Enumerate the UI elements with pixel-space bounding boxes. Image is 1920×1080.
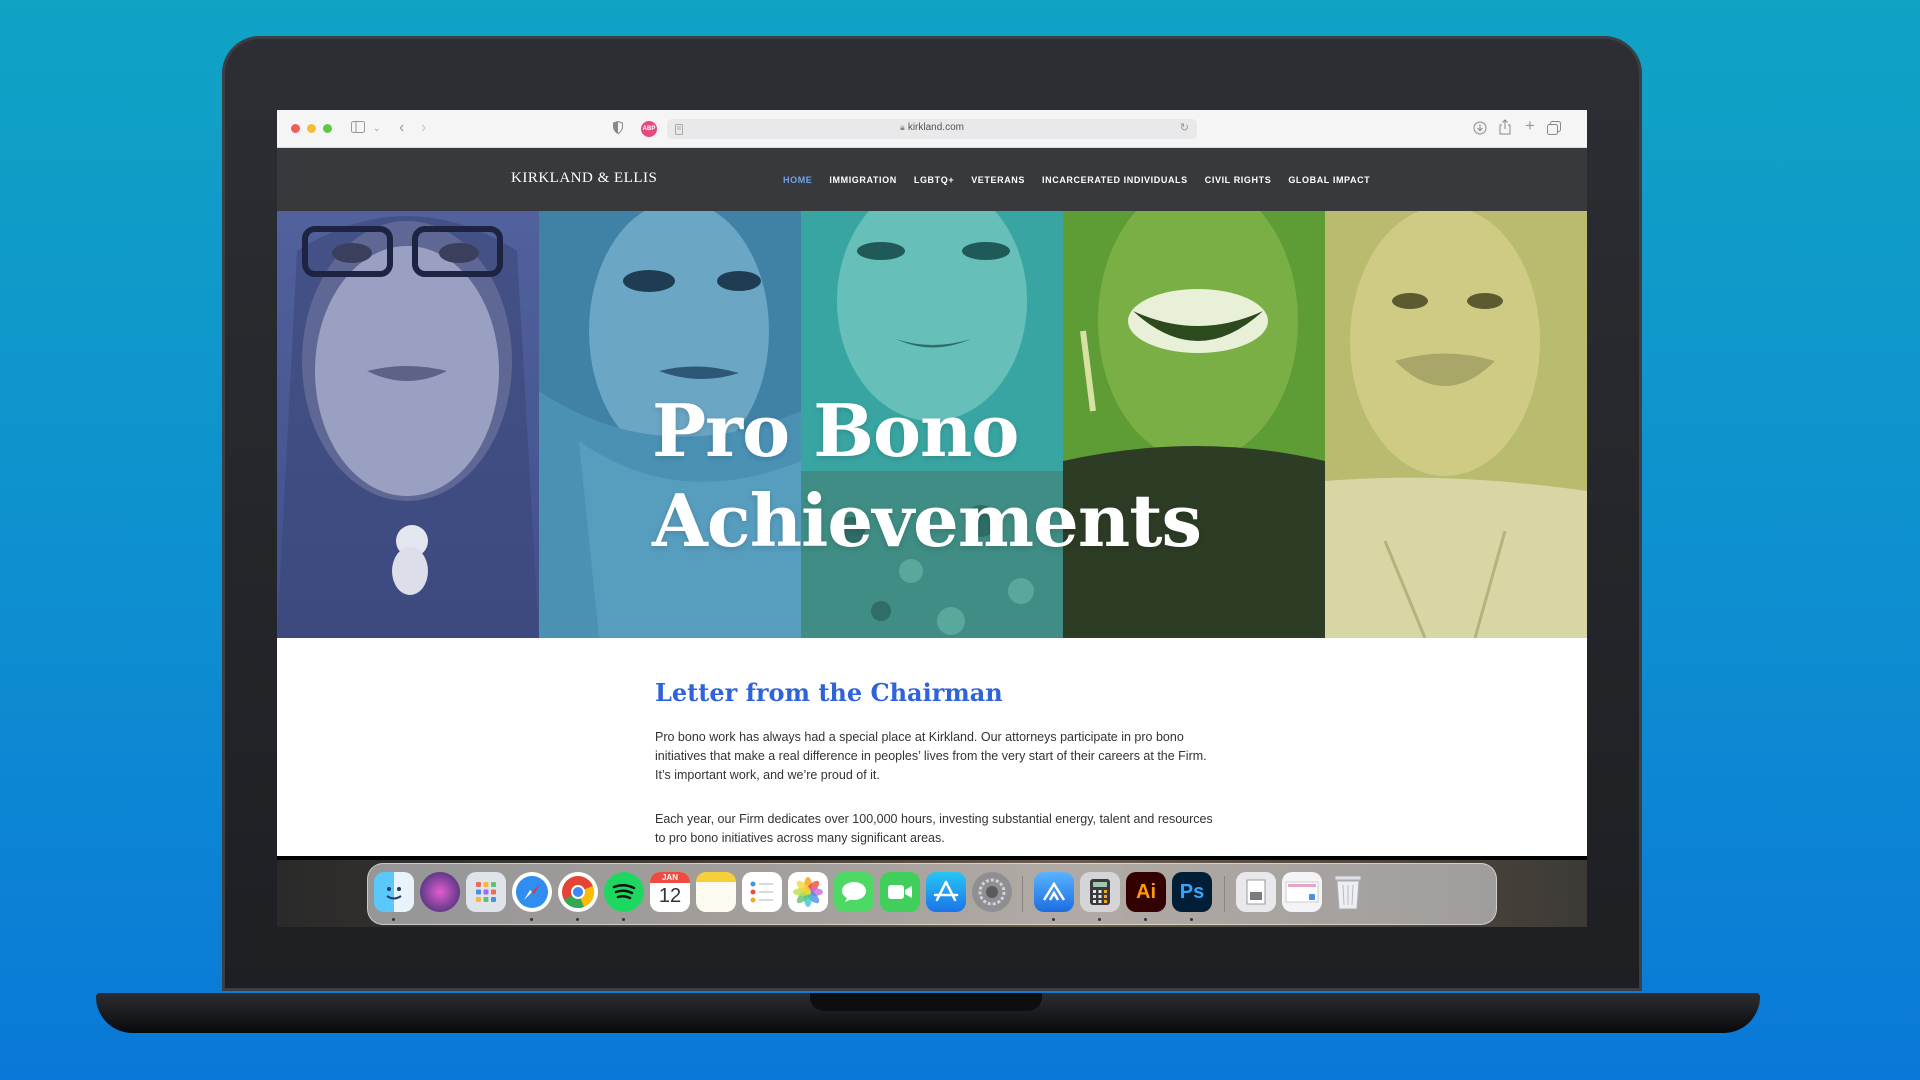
finder-icon[interactable] [374, 872, 414, 912]
nav-veterans[interactable]: VETERANS [971, 175, 1025, 185]
adblock-extension-icon[interactable]: ABP [641, 121, 657, 137]
running-indicator [392, 918, 395, 921]
address-bar[interactable]: 🔒︎ kirkland.com ↻ [667, 119, 1197, 139]
calculator-icon[interactable] [1080, 872, 1120, 912]
downloads-stack-icon[interactable] [1236, 872, 1276, 912]
siri-icon[interactable] [420, 872, 460, 912]
hero-title-line-1: Pro Bono [652, 388, 1019, 473]
chevron-down-icon[interactable]: ⌄ [373, 120, 381, 136]
calendar-month: JAN [650, 872, 690, 883]
url-display: 🔒︎ kirkland.com [667, 122, 1197, 133]
running-indicator [576, 918, 579, 921]
app-store-icon[interactable] [926, 872, 966, 912]
portrait-panel-1 [277, 211, 539, 638]
photos-icon[interactable] [788, 872, 828, 912]
spotify-icon[interactable] [604, 872, 644, 912]
kirkland-logo[interactable]: KIRKLAND & ELLIS [511, 170, 657, 187]
running-indicator [1190, 918, 1193, 921]
calendar-icon[interactable]: JAN 12 [650, 872, 690, 912]
laptop-screen: ⌄ ‹ › ABP 🔒︎kirkland.com ↻ + KIRKLAND & [277, 110, 1587, 927]
illustrator-icon[interactable]: Ai [1126, 872, 1166, 912]
nav-civil-rights[interactable]: CIVIL RIGHTS [1205, 175, 1272, 185]
facetime-icon[interactable] [880, 872, 920, 912]
main-menu: HOME IMMIGRATION LGBTQ+ VETERANS INCARCE… [783, 175, 1370, 185]
dock-separator [1022, 876, 1023, 912]
letter-heading: Letter from the Chairman [655, 678, 1003, 707]
running-indicator [1144, 918, 1147, 921]
zoom-button[interactable] [323, 124, 332, 133]
minimize-button[interactable] [307, 124, 316, 133]
url-text: kirkland.com [907, 122, 964, 133]
nav-incarcerated-individuals[interactable]: INCARCERATED INDIVIDUALS [1042, 175, 1188, 185]
window-controls [291, 124, 332, 133]
running-indicator [1052, 918, 1055, 921]
photoshop-icon[interactable]: Ps [1172, 872, 1212, 912]
nav-immigration[interactable]: IMMIGRATION [829, 175, 896, 185]
hero-title: Pro Bono Achievements [652, 386, 1202, 566]
laptop-notch [810, 993, 1042, 1011]
nav-lgbtq[interactable]: LGBTQ+ [914, 175, 954, 185]
chrome-icon[interactable] [558, 872, 598, 912]
macos-dock: JAN 12 Ai Ps [367, 863, 1497, 925]
launchpad-icon[interactable] [466, 872, 506, 912]
running-indicator [1098, 918, 1101, 921]
hero-banner: Pro Bono Achievements [277, 211, 1587, 638]
download-icon[interactable] [1473, 121, 1487, 138]
messages-icon[interactable] [834, 872, 874, 912]
tab-overview-icon[interactable] [1547, 121, 1561, 138]
back-icon[interactable]: ‹ [399, 120, 404, 136]
nordvpn-icon[interactable] [1034, 872, 1074, 912]
hero-title-line-2: Achievements [652, 478, 1202, 563]
dock-separator [1224, 876, 1225, 912]
running-indicator [530, 918, 533, 921]
screenshot-stack-icon[interactable] [1282, 872, 1322, 912]
new-tab-icon[interactable]: + [1525, 117, 1535, 134]
letter-paragraph-1: Pro bono work has always had a special p… [655, 730, 1207, 782]
letter-paragraph-2: Each year, our Firm dedicates over 100,0… [655, 812, 1213, 845]
forward-icon[interactable]: › [421, 120, 426, 136]
sidebar-toggle-icon[interactable] [351, 120, 367, 136]
safari-icon[interactable] [512, 872, 552, 912]
running-indicator [622, 918, 625, 921]
lock-icon: 🔒︎ [900, 122, 905, 132]
calendar-day: 12 [658, 885, 682, 907]
reminders-icon[interactable] [742, 872, 782, 912]
notes-icon[interactable] [696, 872, 736, 912]
share-icon[interactable] [1499, 119, 1511, 138]
trash-icon[interactable] [1328, 872, 1368, 912]
nav-home[interactable]: HOME [783, 175, 812, 185]
portrait-panel-5 [1325, 211, 1587, 638]
privacy-shield-icon[interactable] [613, 120, 623, 137]
close-button[interactable] [291, 124, 300, 133]
reload-icon[interactable]: ↻ [1180, 121, 1189, 134]
site-header: KIRKLAND & ELLIS HOME IMMIGRATION LGBTQ+… [277, 148, 1587, 211]
browser-toolbar: ⌄ ‹ › ABP 🔒︎ kirkland.com ↻ + [277, 110, 1587, 148]
letter-section: Letter from the Chairman Pro bono work h… [277, 638, 1587, 856]
nav-global-impact[interactable]: GLOBAL IMPACT [1288, 175, 1370, 185]
system-preferences-icon[interactable] [972, 872, 1012, 912]
